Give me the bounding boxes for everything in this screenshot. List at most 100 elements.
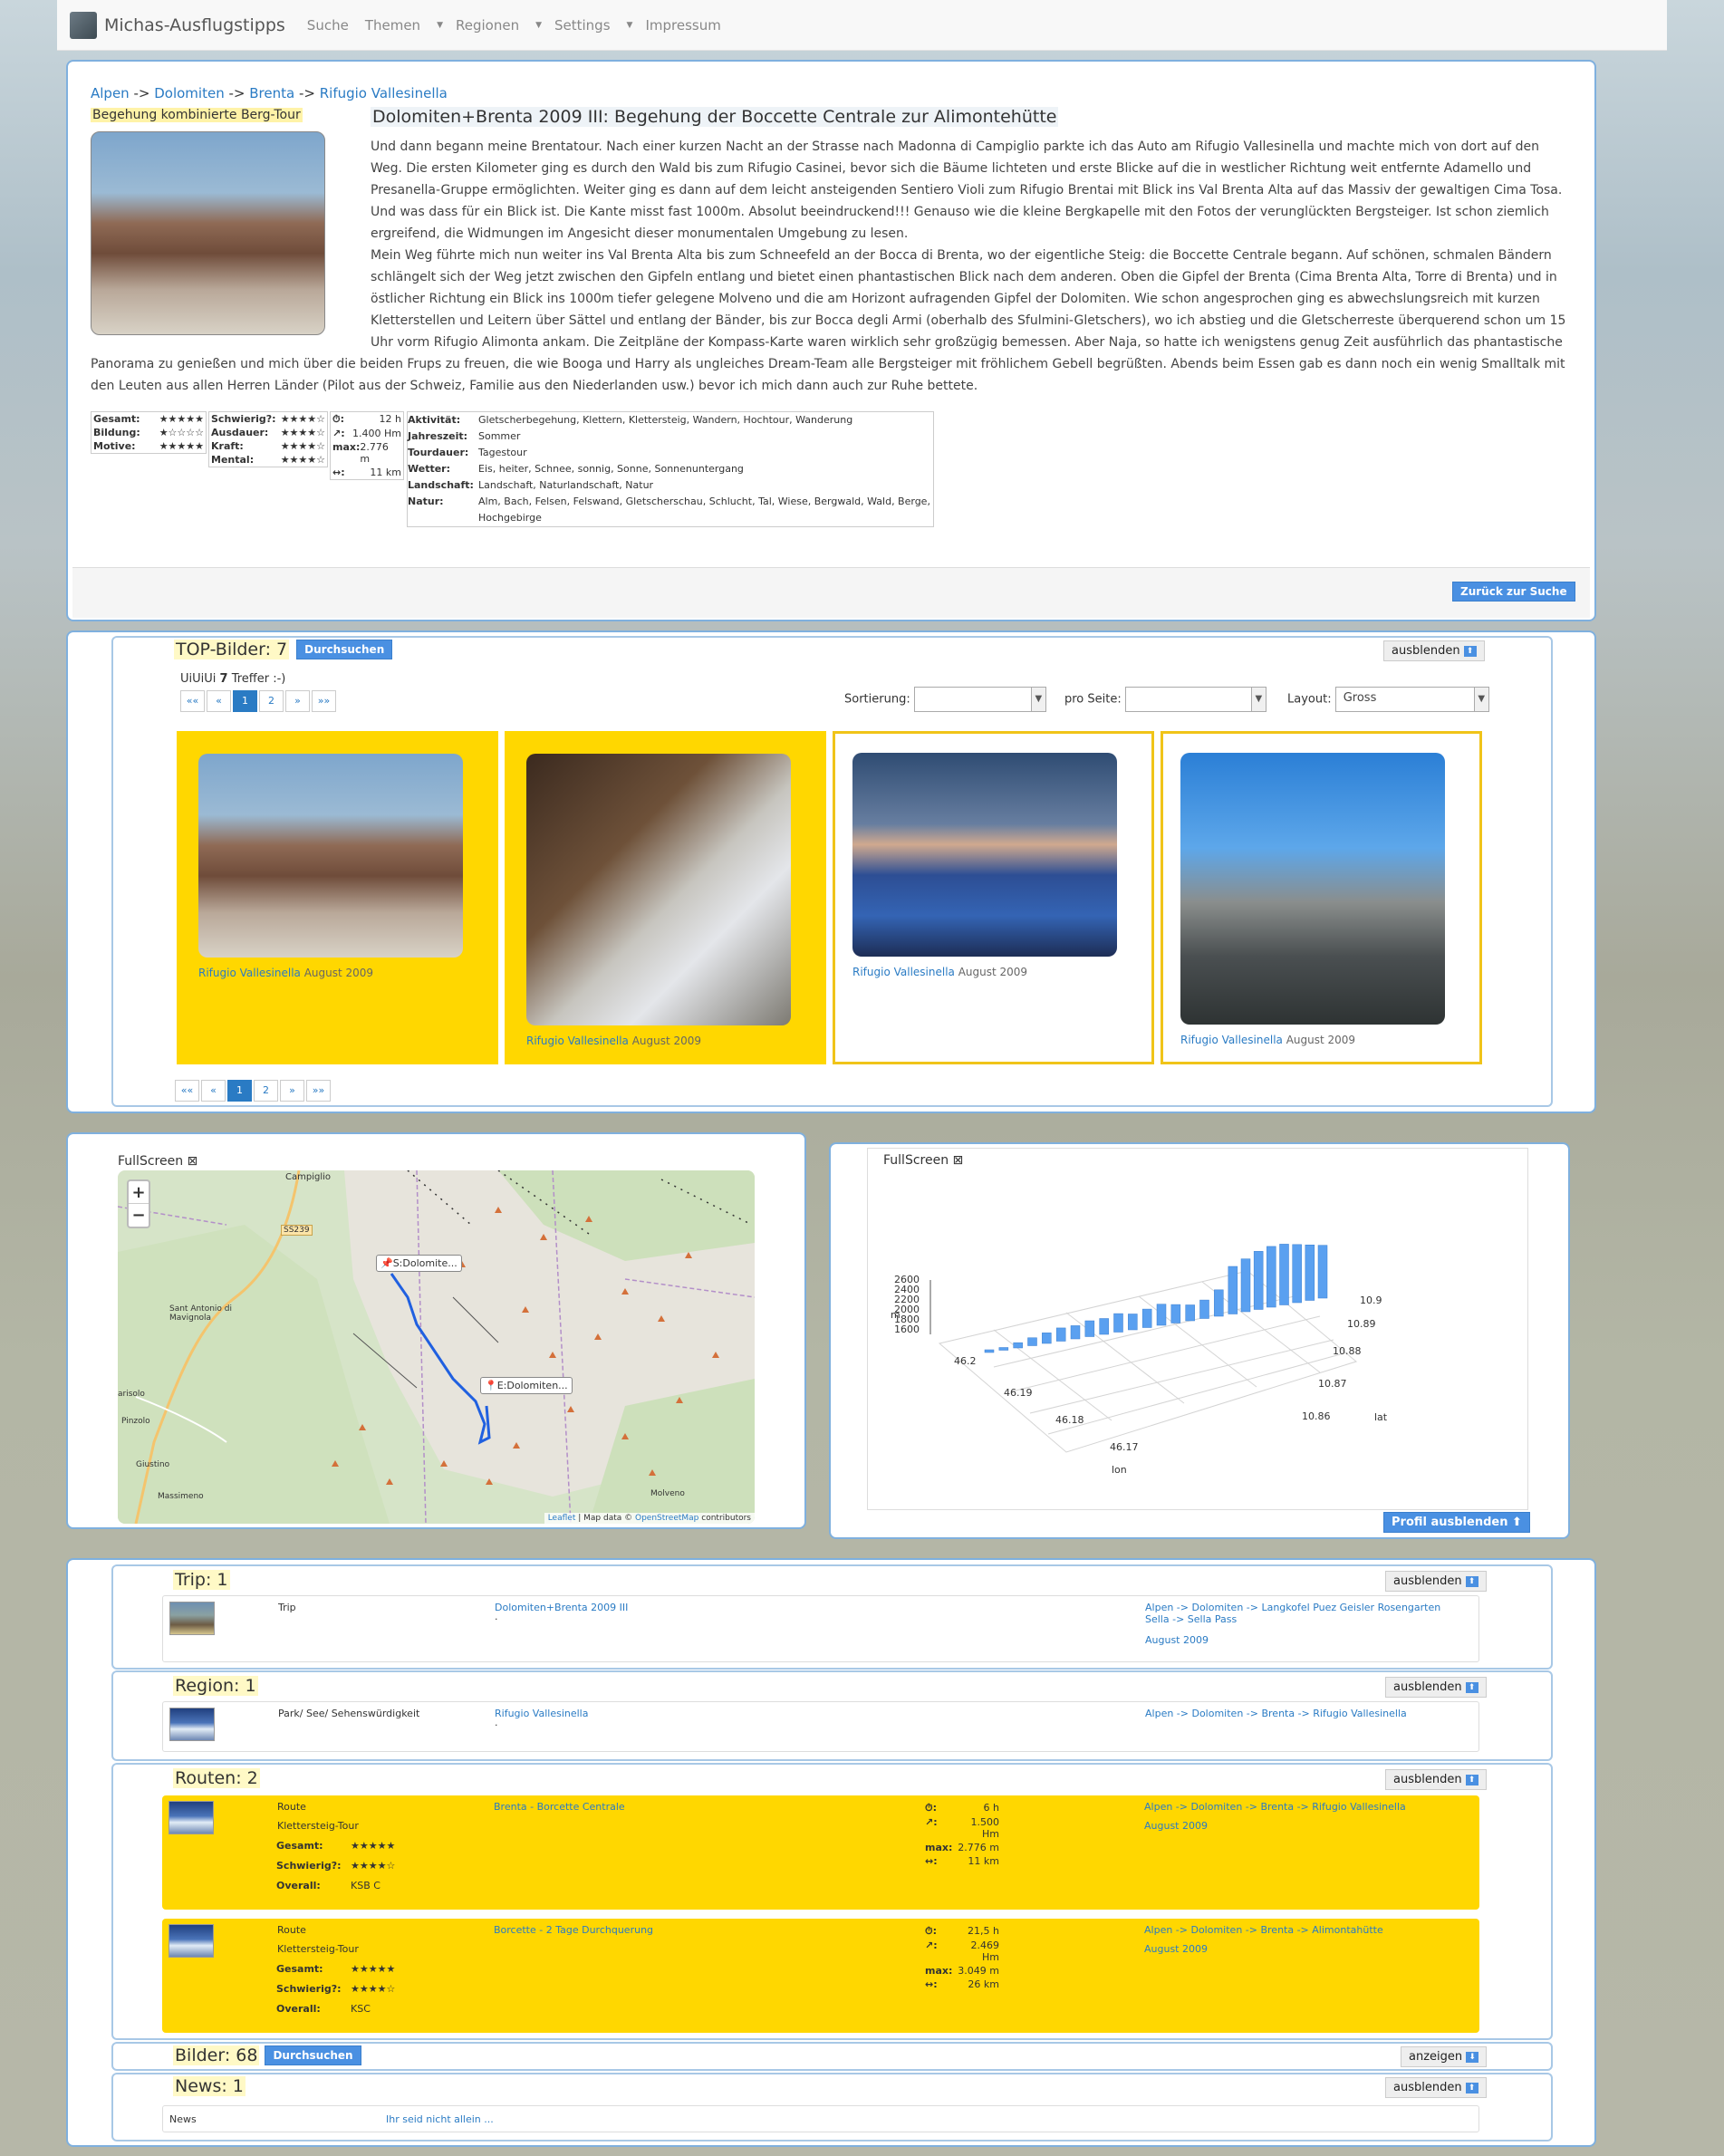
image-card[interactable]: Rifugio Vallesinella August 2009 — [505, 731, 826, 1064]
hide-button[interactable]: ausblenden ⬆ — [1383, 640, 1485, 661]
rating-label: Kraft: — [211, 440, 244, 452]
fullscreen-label[interactable]: FullScreen — [118, 1154, 183, 1169]
pager-prev[interactable]: « — [207, 690, 231, 712]
breadcrumb-brenta[interactable]: Brenta — [249, 85, 294, 101]
news-row[interactable]: News Ihr seid nicht allein ... — [162, 2105, 1479, 2132]
ascent-icon: ↗: — [332, 428, 345, 439]
nav-regionen[interactable]: Regionen — [456, 17, 519, 34]
sort-select[interactable]: ▼ — [913, 687, 1046, 712]
route-date[interactable]: August 2009 — [1144, 1943, 1208, 1955]
layout-select[interactable]: Gross ▼ — [1334, 687, 1489, 712]
profile-panel: FullScreen ⊠ 2600 2400 2200 2000 m 1800 … — [829, 1142, 1570, 1539]
card-caption-link[interactable]: Rifugio Vallesinella — [198, 967, 301, 979]
images-show-button[interactable]: anzeigen ⬇ — [1401, 2046, 1488, 2067]
pager-prev[interactable]: « — [201, 1080, 226, 1102]
images-browse-button[interactable]: Durchsuchen — [265, 2045, 361, 2065]
region-hide-button[interactable]: ausblenden ⬆ — [1385, 1677, 1487, 1698]
region-row[interactable]: Park/ See/ Sehenswürdigkeit Rifugio Vall… — [162, 1701, 1479, 1752]
pager-page-2[interactable]: 2 — [259, 690, 284, 712]
trip-thumbnail[interactable] — [169, 1602, 215, 1635]
nav-impressum[interactable]: Impressum — [645, 17, 720, 34]
route-thumbnail[interactable] — [169, 1801, 214, 1834]
region-name[interactable]: Rifugio Vallesinella — [495, 1708, 588, 1719]
nav-settings[interactable]: Settings — [554, 17, 611, 34]
route-path[interactable]: Alpen -> Dolomiten -> Brenta -> Rifugio … — [1144, 1801, 1406, 1813]
breadcrumb-alpen[interactable]: Alpen — [91, 85, 130, 101]
chevron-down-icon[interactable]: ▼ — [627, 21, 633, 30]
chevron-down-icon[interactable]: ▼ — [437, 21, 443, 30]
card-caption-link[interactable]: Rifugio Vallesinella — [852, 966, 955, 978]
route-row[interactable]: Route Klettersteig-Tour Gesamt: ★★★★★ Sch… — [162, 1795, 1479, 1910]
chevron-down-icon[interactable]: ▼ — [535, 21, 542, 30]
trip-date[interactable]: August 2009 — [1145, 1634, 1209, 1646]
map-canvas[interactable]: + − Campiglio SS239 Sant Antonio di Mavi… — [118, 1170, 755, 1524]
brand-logo[interactable] — [70, 11, 97, 39]
attribute-row: Tourdauer: Tagestour — [408, 445, 933, 461]
nav-suche[interactable]: Suche — [307, 17, 349, 34]
breadcrumb-dolomiten[interactable]: Dolomiten — [154, 85, 224, 101]
route-metrics: ⏱: 6 h ↗: 1.500 Hm max: 2.776 m ↔: 11 km — [923, 1801, 1001, 1868]
pager-next[interactable]: » — [280, 1080, 304, 1102]
card-caption-link[interactable]: Rifugio Vallesinella — [1180, 1034, 1283, 1046]
rating-stars: ★★★★☆ — [351, 1983, 396, 1995]
profile-hide-button[interactable]: Profil ausblenden ⬆ — [1383, 1512, 1530, 1533]
route-row[interactable]: Route Klettersteig-Tour Gesamt: ★★★★★ Sch… — [162, 1919, 1479, 2033]
profile-fullscreen[interactable]: FullScreen ⊠ — [883, 1153, 963, 1168]
region-path[interactable]: Alpen -> Dolomiten -> Brenta -> Rifugio … — [1145, 1708, 1407, 1719]
pager-next[interactable]: » — [285, 690, 310, 712]
route-name[interactable]: Brenta - Borcette Centrale — [494, 1801, 625, 1813]
zoom-in-button[interactable]: + — [129, 1181, 149, 1204]
breadcrumb-rifugio[interactable]: Rifugio Vallesinella — [320, 85, 448, 101]
back-to-search-button[interactable]: Zurück zur Suche — [1452, 582, 1575, 602]
brand-title[interactable]: Michas-Ausflugstipps — [104, 15, 285, 35]
region-thumbnail[interactable] — [169, 1708, 215, 1741]
route-thumbnail[interactable] — [169, 1924, 214, 1958]
map-marker-start[interactable]: 📌S:Dolomite... — [376, 1255, 462, 1272]
top-images-title: TOP-Bilder: 7 — [174, 640, 290, 659]
pager-page-2[interactable]: 2 — [254, 1080, 278, 1102]
leaflet-link[interactable]: Leaflet — [548, 1514, 576, 1523]
fullscreen-label[interactable]: FullScreen — [883, 1153, 949, 1168]
image-card[interactable]: Rifugio Vallesinella August 2009 — [833, 731, 1154, 1064]
card-photo[interactable] — [198, 754, 463, 958]
pager-page-1[interactable]: 1 — [227, 1080, 252, 1102]
trip-title: Trip: 1 — [173, 1570, 230, 1590]
pager-last[interactable]: »» — [306, 1080, 331, 1102]
lat-tick: 46.2 — [954, 1355, 977, 1367]
osm-link[interactable]: OpenStreetMap — [635, 1514, 698, 1523]
trip-name[interactable]: Dolomiten+Brenta 2009 III — [495, 1602, 628, 1613]
news-name[interactable]: Ihr seid nicht allein ... — [386, 2113, 494, 2125]
rating-label: Bildung: — [93, 427, 140, 438]
trip-path[interactable]: Alpen -> Dolomiten -> Langkofel Puez Gei… — [1145, 1602, 1462, 1625]
trip-row[interactable]: Trip Dolomiten+Brenta 2009 III . Alpen -… — [162, 1595, 1479, 1662]
card-photo[interactable] — [1180, 753, 1445, 1025]
map-marker-end[interactable]: 📍E:Dolomiten... — [480, 1377, 573, 1394]
marker-end-label: E:Dolomiten... — [496, 1380, 568, 1391]
browse-button[interactable]: Durchsuchen — [296, 640, 393, 659]
card-photo[interactable] — [526, 754, 791, 1025]
news-hide-button[interactable]: ausblenden ⬆ — [1385, 2077, 1487, 2098]
image-card[interactable]: Rifugio Vallesinella August 2009 — [1161, 731, 1482, 1064]
map-fullscreen[interactable]: FullScreen ⊠ — [118, 1154, 197, 1169]
metric-value: 1.400 Hm — [352, 428, 401, 439]
card-photo[interactable] — [852, 753, 1117, 957]
nav-themen[interactable]: Themen — [365, 17, 420, 34]
route-date[interactable]: August 2009 — [1144, 1820, 1208, 1832]
pager-first[interactable]: «« — [175, 1080, 199, 1102]
routes-hide-button[interactable]: ausblenden ⬆ — [1385, 1769, 1487, 1790]
map-svg[interactable] — [118, 1170, 755, 1524]
pager-first[interactable]: «« — [180, 690, 205, 712]
card-caption-link[interactable]: Rifugio Vallesinella — [526, 1035, 629, 1047]
per-page-select[interactable]: ▼ — [1124, 687, 1267, 712]
pager-last[interactable]: »» — [312, 690, 336, 712]
zoom-out-button[interactable]: − — [129, 1204, 149, 1227]
hits-text: UiUiUi 7 Treffer :-) — [180, 672, 285, 686]
route-name[interactable]: Borcette - 2 Tage Durchquerung — [494, 1924, 653, 1936]
image-card[interactable]: Rifugio Vallesinella August 2009 — [177, 731, 498, 1064]
trip-hide-button[interactable]: ausblenden ⬆ — [1385, 1571, 1487, 1592]
fullscreen-icon[interactable]: ⊠ — [953, 1153, 964, 1168]
fullscreen-icon[interactable]: ⊠ — [188, 1154, 198, 1169]
pager-page-1[interactable]: 1 — [233, 690, 257, 712]
rating-stars: ★★★★★ — [351, 1840, 396, 1852]
route-path[interactable]: Alpen -> Dolomiten -> Brenta -> Alimonta… — [1144, 1924, 1383, 1936]
